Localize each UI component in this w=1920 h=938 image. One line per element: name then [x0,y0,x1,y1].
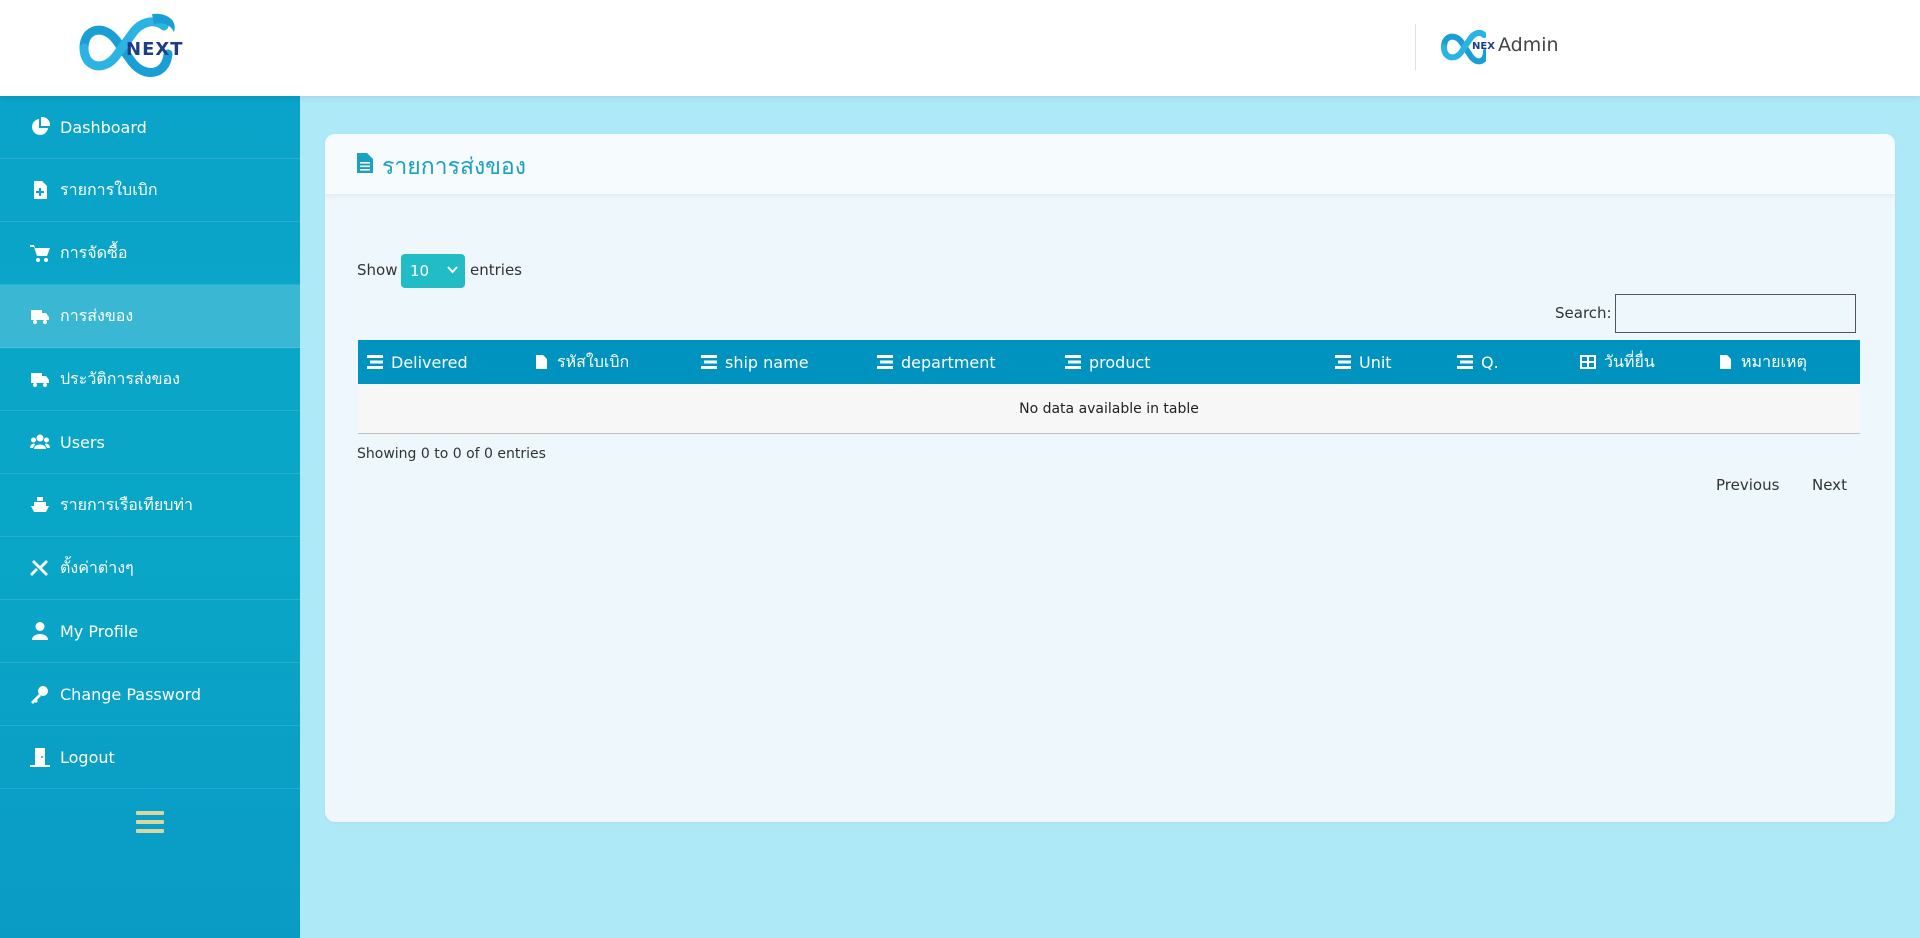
users-icon [30,432,50,452]
user-name[interactable]: Admin [1498,34,1559,56]
column-header-department[interactable]: department [877,340,996,384]
door-icon [30,747,50,767]
tools-icon [30,558,50,578]
page-title: รายการส่งของ [382,154,526,180]
previous-page-button[interactable]: Previous [1716,476,1779,494]
sidebar-item-delivery[interactable]: การส่งของ [0,285,300,348]
chart-pie-icon [30,117,50,137]
empty-table-message: No data available in table [358,384,1860,434]
table-icon [1580,355,1596,369]
entries-select-value: 10 [410,262,430,280]
sidebar-item-label: Dashboard [60,117,147,137]
next-page-button[interactable]: Next [1812,476,1847,494]
column-header-delivered[interactable]: Delivered [367,340,468,384]
sidebar-item-my-profile[interactable]: My Profile [0,600,300,663]
column-header-unit[interactable]: Unit [1335,340,1392,384]
sidebar-item-label: การส่งของ [60,305,134,325]
key-icon [30,684,50,704]
sidebar-item-ships[interactable]: รายการเรือเทียบท่า [0,474,300,537]
hamburger-icon[interactable] [136,811,164,837]
truck-icon [30,306,50,326]
entries-per-page-select[interactable]: 10 [401,254,465,288]
search-label: Search: [1555,304,1612,322]
top-header: NEXT NEX Admin [0,0,1920,96]
file-icon [1720,355,1731,369]
table-info: Showing 0 to 0 of 0 entries [357,446,546,462]
card-header: รายการส่งของ [325,134,1895,195]
sort-icon [1335,355,1351,369]
deliveries-card: รายการส่งของ Show 10 entries Search: Del… [325,134,1895,822]
header-divider [1415,24,1416,70]
logo-text: NEXT [126,39,184,60]
sidebar-item-label: My Profile [60,621,139,641]
sidebar-item-logout[interactable]: Logout [0,726,300,789]
sidebar: Dashboard รายการใบเบิก การจัดซื้อ การส่ง… [0,96,300,938]
file-icon [357,153,373,173]
cart-icon [30,243,50,263]
sidebar-item-label: Change Password [60,684,202,704]
sidebar-item-label: Logout [60,747,115,767]
column-header-requisition-code[interactable]: รหัสใบเบิก [533,340,629,384]
table-header: Delivered รหัสใบเบิก ship name departmen… [358,340,1860,384]
show-label: Show [357,261,398,279]
search-input[interactable] [1615,294,1856,333]
sidebar-item-delivery-history[interactable]: ประวัติการส่งของ [0,348,300,411]
sidebar-item-label: การจัดซื้อ [60,242,128,262]
sort-icon [1457,355,1473,369]
column-header-product[interactable]: product [1065,340,1151,384]
file-icon [536,355,547,369]
sidebar-item-label: ประวัติการส่งของ [60,368,180,388]
column-header-quantity[interactable]: Q. [1457,340,1499,384]
sidebar-item-purchasing[interactable]: การจัดซื้อ [0,222,300,285]
column-header-submit-date[interactable]: วันที่ยื่น [1580,340,1655,384]
sidebar-item-settings[interactable]: ตั้งค่าต่างๆ [0,537,300,600]
sidebar-item-label: รายการเรือเทียบท่า [60,494,193,514]
sort-icon [367,355,383,369]
sidebar-item-label: รายการใบเบิก [60,179,158,199]
sort-icon [1065,355,1081,369]
truck-icon [30,369,50,389]
sidebar-item-change-password[interactable]: Change Password [0,663,300,726]
file-plus-icon [30,180,50,200]
column-header-ship-name[interactable]: ship name [701,340,809,384]
entries-label: entries [470,261,522,279]
sidebar-item-label: ตั้งค่าต่างๆ [60,557,134,577]
sidebar-item-label: Users [60,432,105,452]
sidebar-item-dashboard[interactable]: Dashboard [0,96,300,159]
sort-icon [877,355,893,369]
sidebar-item-requisitions[interactable]: รายการใบเบิก [0,159,300,222]
sort-icon [701,355,717,369]
column-header-remarks[interactable]: หมายเหตุ [1717,340,1807,384]
user-icon [30,621,50,641]
avatar-text: NEX [1472,41,1495,52]
ship-icon [30,495,50,515]
chevron-down-icon [447,266,458,274]
sidebar-item-users[interactable]: Users [0,411,300,474]
